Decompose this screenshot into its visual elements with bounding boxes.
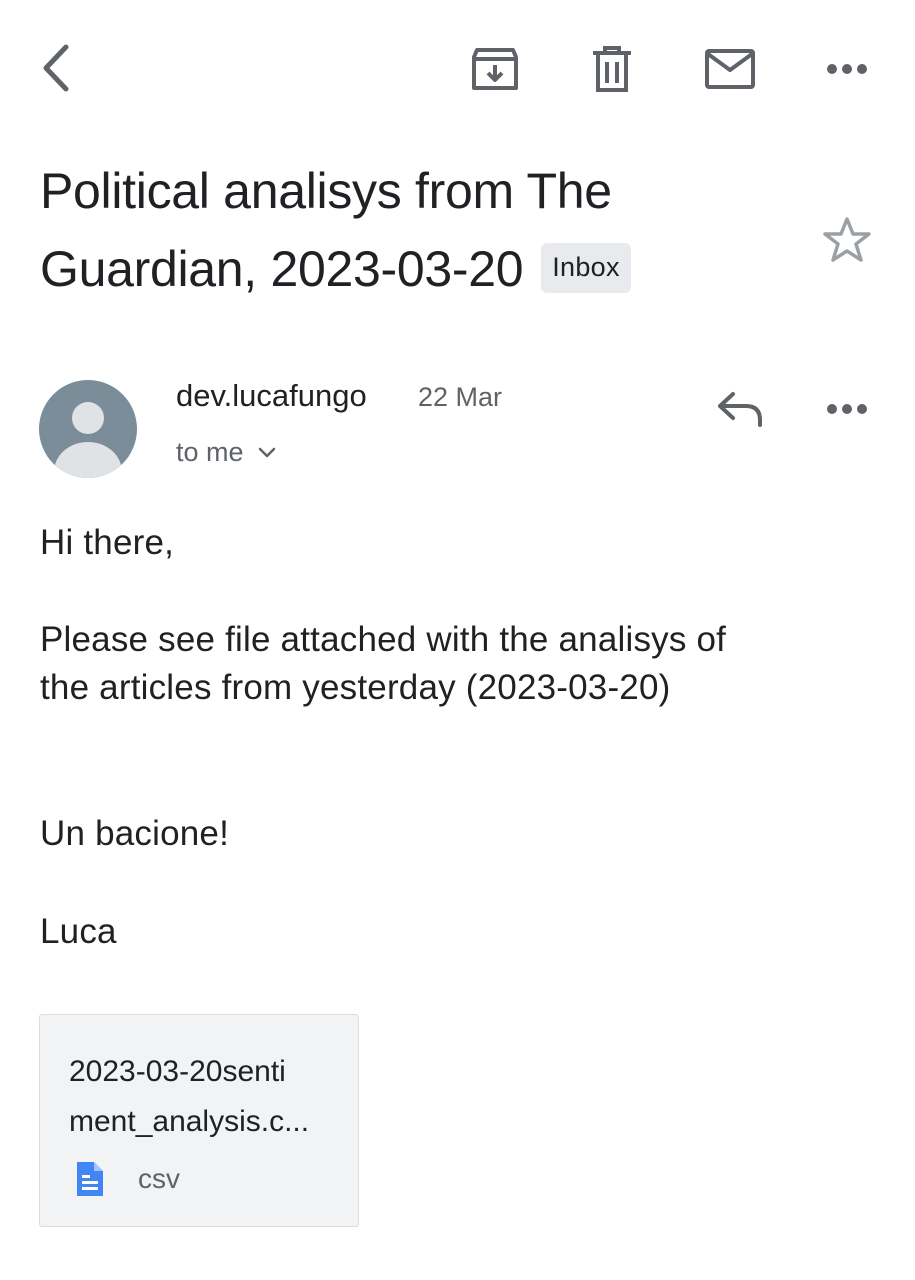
message-date: 22 Mar	[418, 382, 503, 412]
delete-button[interactable]	[586, 42, 638, 96]
mail-icon	[705, 49, 755, 89]
recipients-text: to me	[176, 437, 244, 467]
star-button[interactable]	[818, 212, 876, 268]
reply-button[interactable]	[710, 384, 770, 434]
attachment-card[interactable]: 2023-03-20senti ment_analysis.c... csv	[39, 1014, 359, 1227]
body-closing: Un bacione!	[40, 814, 229, 853]
message-more-button[interactable]	[820, 392, 874, 426]
message-subject: Political analisys from The Guardian, 20…	[40, 152, 800, 308]
mark-unread-button[interactable]	[700, 44, 760, 94]
chevron-down-icon	[258, 447, 275, 458]
document-icon	[77, 1162, 103, 1196]
more-options-button[interactable]	[820, 52, 874, 86]
body-greeting: Hi there,	[40, 523, 175, 562]
reply-icon	[718, 392, 762, 427]
subject-line-2-text: Guardian, 2023-03-20	[40, 241, 524, 297]
attachment-filename: 2023-03-20senti ment_analysis.c...	[69, 1047, 337, 1147]
attachment-filename-line-1: 2023-03-20senti	[69, 1055, 286, 1088]
archive-button[interactable]	[466, 42, 524, 96]
body-line-1: Please see file attached with the analis…	[40, 620, 727, 659]
person-avatar-icon	[54, 402, 122, 478]
back-button[interactable]	[30, 40, 80, 96]
star-outline-icon	[823, 217, 871, 262]
recipients-toggle[interactable]: to me	[176, 434, 276, 470]
trash-icon	[593, 46, 631, 92]
sender-avatar[interactable]	[39, 380, 137, 478]
inbox-label-badge[interactable]: Inbox	[541, 243, 631, 293]
subject-line-1: Political analisys from The	[40, 163, 612, 219]
attachment-type: csv	[138, 1163, 180, 1194]
chevron-left-icon	[43, 44, 69, 92]
body-signature: Luca	[40, 912, 117, 951]
more-horizontal-icon	[827, 64, 867, 74]
sender-name: dev.lucafungo	[176, 378, 367, 413]
more-horizontal-icon	[827, 404, 867, 414]
attachment-filename-line-2: ment_analysis.c...	[69, 1105, 310, 1138]
subject-line-2: Guardian, 2023-03-20 Inbox	[40, 230, 800, 308]
body-line-2: the articles from yesterday (2023-03-20)	[40, 668, 671, 707]
archive-icon	[472, 48, 518, 90]
